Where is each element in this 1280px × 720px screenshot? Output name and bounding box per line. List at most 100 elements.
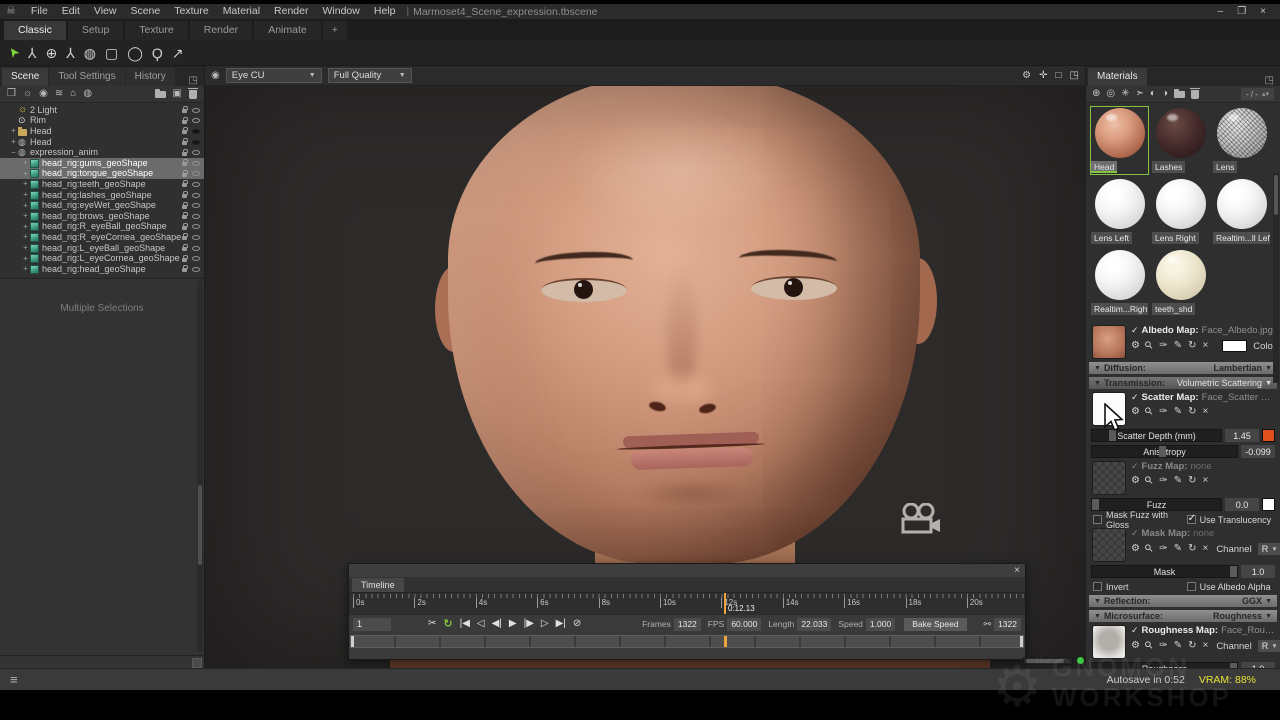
visibility-icon[interactable] xyxy=(192,193,200,198)
visibility-icon[interactable] xyxy=(192,171,200,176)
dissolve-instance-icon[interactable]: ✳ xyxy=(1121,89,1129,99)
visibility-icon[interactable] xyxy=(192,246,200,251)
roughness-value[interactable]: 1.0 xyxy=(1241,662,1275,668)
workspace-tab[interactable]: Render xyxy=(190,21,252,40)
map-enabled-check[interactable]: ✓ xyxy=(1131,461,1139,472)
expand-toggle[interactable]: + xyxy=(22,223,29,231)
visibility-icon[interactable] xyxy=(192,140,200,145)
search-icon[interactable]: ⚲ xyxy=(1144,543,1156,555)
picker-icon[interactable]: ✑ xyxy=(1159,544,1167,554)
search-icon[interactable]: ⚲ xyxy=(1144,640,1156,652)
tree-item[interactable]: + head_rig:R_eyeBall_geoShape xyxy=(0,222,204,233)
clear-icon[interactable]: × xyxy=(1202,407,1208,417)
expand-toggle[interactable]: + xyxy=(22,255,29,263)
lock-icon[interactable] xyxy=(182,130,187,134)
tree-item[interactable]: + head_rig:teeth_geoShape xyxy=(0,179,204,190)
reflection-section-header[interactable]: ▼ Reflection: GGX ▼ xyxy=(1089,595,1277,607)
material-item[interactable]: Realtim...ll Left xyxy=(1212,177,1271,246)
lock-icon[interactable] xyxy=(182,162,187,166)
playhead[interactable] xyxy=(724,593,726,614)
play-reverse-icon[interactable]: ◁ xyxy=(477,619,485,629)
transform-tool-icon[interactable]: ↗ xyxy=(172,46,184,60)
tab-scene[interactable]: Scene xyxy=(2,68,48,86)
lock-icon[interactable] xyxy=(182,247,187,251)
visibility-icon[interactable] xyxy=(192,182,200,187)
expand-toggle[interactable]: − xyxy=(10,149,17,157)
play-forward-icon[interactable]: ▷ xyxy=(541,619,549,629)
anisotropy-value[interactable]: -0.099 xyxy=(1241,445,1275,458)
reload-icon[interactable]: ↻ xyxy=(1188,341,1196,351)
tree-item[interactable]: + head_rig:gums_geoShape xyxy=(0,158,204,169)
menu-item[interactable]: Material xyxy=(216,4,267,19)
picker-icon[interactable]: ✑ xyxy=(1159,407,1167,417)
menu-item[interactable]: Texture xyxy=(167,4,215,19)
expand-toggle[interactable]: + xyxy=(22,265,29,273)
expand-toggle[interactable]: + xyxy=(22,170,29,178)
menu-item[interactable]: Scene xyxy=(123,4,167,19)
visibility-icon[interactable] xyxy=(192,161,200,166)
lock-icon[interactable] xyxy=(182,109,187,113)
workspace-tab[interactable]: Classic xyxy=(4,21,66,40)
menu-item[interactable]: Help xyxy=(367,4,403,19)
timeline-range-bar[interactable] xyxy=(350,635,1024,648)
tree-item[interactable]: + head_rig:L_eyeBall_geoShape xyxy=(0,243,204,254)
go-end-icon[interactable]: ▶| xyxy=(556,619,566,629)
lock-icon[interactable] xyxy=(182,183,187,187)
transmission-model-select[interactable]: Volumetric Scattering xyxy=(1177,378,1262,388)
go-start-icon[interactable]: |◀ xyxy=(460,619,470,629)
material-item[interactable]: Lens Left xyxy=(1090,177,1149,246)
lock-icon[interactable] xyxy=(182,152,187,156)
lock-icon[interactable] xyxy=(182,194,187,198)
map-enabled-check[interactable]: ✓ xyxy=(1131,325,1139,336)
lock-icon[interactable] xyxy=(182,268,187,272)
picker-icon[interactable]: ✑ xyxy=(1159,341,1167,351)
duplicate-icon[interactable]: ▣ xyxy=(173,89,182,99)
lock-icon[interactable] xyxy=(182,258,187,262)
settings-icon[interactable]: ⚙ xyxy=(1131,407,1140,417)
edit-icon[interactable]: ✎ xyxy=(1174,407,1182,417)
reflection-model-select[interactable]: GGX xyxy=(1242,596,1262,606)
tree-item[interactable]: + Head xyxy=(0,137,204,148)
marquee-select-icon[interactable]: ▢ xyxy=(105,46,118,60)
play-icon[interactable]: ▶ xyxy=(509,619,517,629)
settings-icon[interactable]: ⚙ xyxy=(1131,476,1140,486)
add-material-icon[interactable]: ◍ xyxy=(83,89,92,99)
tree-item[interactable]: + head_rig:lashes_geoShape xyxy=(0,190,204,201)
roughness-slider[interactable]: Roughness xyxy=(1091,662,1238,668)
add-light-icon[interactable]: ☼ xyxy=(23,89,32,99)
scatter-map-thumbnail[interactable] xyxy=(1092,392,1126,426)
material-item[interactable]: Lens xyxy=(1212,106,1271,175)
material-item[interactable]: Lashes xyxy=(1151,106,1210,175)
visibility-icon[interactable] xyxy=(192,214,200,219)
scale-tool-icon[interactable]: ⅄ xyxy=(66,46,75,60)
menu-item[interactable]: Window xyxy=(316,4,367,19)
current-frame-field[interactable]: 1 xyxy=(353,618,391,631)
assign-material-icon[interactable]: ➣ xyxy=(1136,89,1144,99)
workspace-tab[interactable]: Animate xyxy=(254,21,321,40)
expand-toggle[interactable]: + xyxy=(10,138,17,146)
close-button[interactable]: × xyxy=(1260,4,1266,19)
fuzz-value[interactable]: 0.0 xyxy=(1225,498,1259,511)
pan-view-icon[interactable]: ✛ xyxy=(1039,70,1047,81)
popout-panel-icon[interactable]: ◳ xyxy=(185,75,202,86)
library-icon[interactable]: ◑ xyxy=(1162,89,1168,99)
workspace-tab[interactable]: Setup xyxy=(68,21,123,40)
menu-item[interactable]: View xyxy=(87,4,124,19)
roughness-map-thumbnail[interactable] xyxy=(1092,625,1126,659)
expand-toggle[interactable]: + xyxy=(22,233,29,241)
mask-slider[interactable]: Mask xyxy=(1091,565,1238,578)
materials-scrollbar[interactable] xyxy=(1273,173,1279,383)
expand-toggle[interactable]: + xyxy=(10,127,17,135)
scatter-color-swatch[interactable] xyxy=(1262,429,1275,442)
search-icon[interactable]: ⚲ xyxy=(1144,475,1156,487)
expand-toggle[interactable]: + xyxy=(22,244,29,252)
lock-icon[interactable] xyxy=(182,205,187,209)
ellipse-select-icon[interactable]: ◯ xyxy=(127,46,143,60)
visibility-icon[interactable] xyxy=(192,256,200,261)
popout-panel-icon[interactable]: ◳ xyxy=(1261,75,1278,86)
clear-icon[interactable]: × xyxy=(1202,341,1208,351)
restore-button[interactable]: ❐ xyxy=(1237,4,1246,19)
tree-item[interactable]: + head_rig:R_eyeCornea_geoShape xyxy=(0,232,204,243)
map-enabled-check[interactable]: ✓ xyxy=(1131,528,1139,539)
lock-icon[interactable] xyxy=(182,120,187,124)
